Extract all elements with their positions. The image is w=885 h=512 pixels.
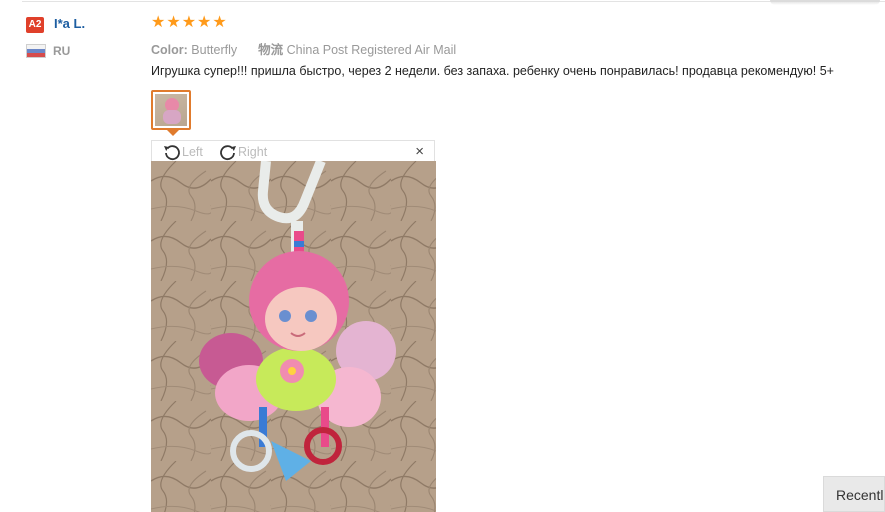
- reviewer-country: RU: [53, 44, 71, 58]
- photo-viewer-toolbar: Left Right ×: [151, 140, 435, 161]
- star-rating: ★ ★ ★ ★ ★: [151, 14, 227, 32]
- star-icon: ★: [151, 14, 166, 31]
- star-icon: ★: [166, 14, 181, 31]
- shipping-label: 物流: [258, 43, 284, 57]
- buyer-level-badge: A2: [26, 17, 44, 33]
- reviewer-name: I*a L.: [54, 16, 86, 31]
- review-text: Игрушка супер!!! пришла быстро, через 2 …: [151, 64, 834, 78]
- star-icon: ★: [181, 14, 197, 31]
- color-value: Butterfly: [191, 43, 238, 57]
- rotate-left-button[interactable]: Left: [162, 142, 203, 162]
- rotate-right-button[interactable]: Right: [218, 142, 267, 162]
- order-meta: Color: Butterfly 物流 China Post Registere…: [151, 39, 456, 58]
- star-icon: ★: [197, 14, 212, 31]
- shipping-value: China Post Registered Air Mail: [286, 43, 457, 57]
- close-icon: ×: [415, 143, 424, 160]
- close-viewer-button[interactable]: ×: [415, 143, 424, 160]
- star-icon: ★: [212, 14, 227, 31]
- top-divider: [22, 1, 885, 2]
- rotate-left-label: Left: [182, 145, 203, 159]
- rotate-left-icon: [164, 145, 180, 161]
- review-photo: [151, 161, 436, 512]
- color-label: Color:: [151, 43, 188, 57]
- thumbnail-pointer: [167, 130, 179, 136]
- header-shadow: [770, 0, 880, 5]
- rotate-right-icon: [220, 145, 236, 161]
- recently-viewed-tab[interactable]: Recentl: [823, 476, 885, 512]
- review-photo-thumbnail[interactable]: [151, 90, 191, 130]
- rotate-right-label: Right: [238, 145, 268, 159]
- russia-flag-icon: [26, 44, 46, 58]
